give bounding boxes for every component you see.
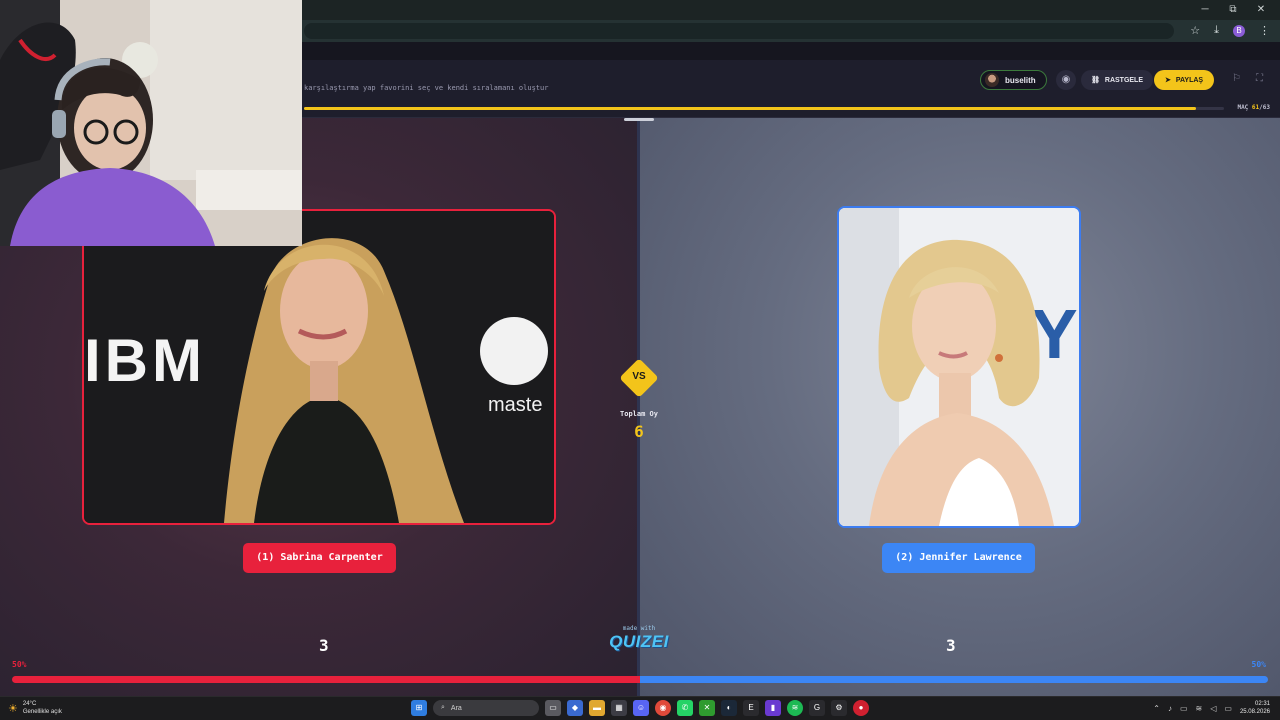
fullscreen-icon[interactable]: ⛶ xyxy=(1256,73,1263,84)
link-icon: ⛓ xyxy=(1091,77,1100,84)
total-votes-value: 6 xyxy=(634,422,644,441)
photo-brand-text-2: maste xyxy=(488,394,542,416)
match-progress-bar xyxy=(304,107,1224,110)
task-view-icon[interactable]: ▭ xyxy=(545,700,561,716)
right-choice-photo: Y xyxy=(839,208,1079,526)
clock-time: 02:31 xyxy=(1254,701,1270,707)
recording-app-icon[interactable]: ● xyxy=(853,700,869,716)
right-choice-button[interactable]: (2) Jennifer Lawrence xyxy=(882,543,1035,573)
maximize-button[interactable]: ⧉ xyxy=(1228,4,1238,15)
window-controls: ─ ⧉ ✕ xyxy=(1200,4,1266,15)
close-window-button[interactable]: ✕ xyxy=(1256,4,1266,15)
tray-chevron-icon[interactable]: ⌃ xyxy=(1153,704,1160,713)
quiz-subtitle: karşılaştırma yap favorini seç ve kendi … xyxy=(304,84,549,92)
search-icon: ⌕ xyxy=(441,704,445,711)
match-prefix: MAÇ xyxy=(1237,104,1249,111)
match-progress-fill xyxy=(304,107,1197,110)
copilot-icon[interactable]: ◆ xyxy=(567,700,583,716)
chrome-icon[interactable]: ◉ xyxy=(655,700,671,716)
right-score: 3 xyxy=(946,636,956,655)
right-choice-card[interactable]: Y xyxy=(837,206,1081,528)
left-choice-card[interactable]: IBM maste xyxy=(82,209,556,525)
mic-icon[interactable]: ♪ xyxy=(1168,704,1172,713)
xbox-icon[interactable]: ✕ xyxy=(699,700,715,716)
user-avatar xyxy=(985,73,999,87)
discord-icon[interactable]: ☺ xyxy=(633,700,649,716)
match-counter: MAÇ 61/63 xyxy=(1237,104,1270,111)
taskbar-search[interactable]: ⌕ Ara xyxy=(433,700,539,716)
vote-share-left xyxy=(12,676,640,683)
photo-brand-text-1: IBM xyxy=(84,327,206,394)
file-explorer-icon[interactable]: ▬ xyxy=(589,700,605,716)
random-button[interactable]: ⛓ RASTGELE xyxy=(1081,70,1154,90)
download-icon[interactable]: ⤓ xyxy=(1214,24,1219,37)
bookmark-star-icon[interactable]: ☆ xyxy=(1190,24,1200,37)
minimize-button[interactable]: ─ xyxy=(1200,4,1210,15)
weather-temp: 24°C xyxy=(22,701,37,707)
right-percent: 50% xyxy=(1251,660,1266,669)
username: buselith xyxy=(1005,75,1036,85)
send-icon: ➤ xyxy=(1165,77,1171,84)
battery-icon[interactable]: ▭ xyxy=(1224,704,1232,713)
search-placeholder: Ara xyxy=(450,704,462,712)
left-choice-photo: IBM maste xyxy=(84,211,554,523)
display-icon[interactable]: ▭ xyxy=(1180,704,1188,713)
volume-icon[interactable]: ◁ xyxy=(1210,704,1216,713)
weather-text: 24°C Genellikle açık xyxy=(23,700,62,716)
browser-actions: ☆ ⤓ B ⋮ xyxy=(1190,24,1270,37)
start-icon[interactable]: ⊞ xyxy=(411,700,427,716)
address-field[interactable] xyxy=(304,23,1174,39)
vote-share-bar xyxy=(12,676,1268,683)
random-label: RASTGELE xyxy=(1104,76,1144,84)
made-with-label: made with xyxy=(622,625,656,632)
top-divider-tick xyxy=(624,118,654,121)
share-label: PAYLAŞ xyxy=(1175,76,1204,84)
left-score: 3 xyxy=(319,636,329,655)
whatsapp-icon[interactable]: ✆ xyxy=(677,700,693,716)
twitch-icon[interactable]: ▮ xyxy=(765,700,781,716)
webcam-overlay xyxy=(0,0,302,246)
browser-menu-icon[interactable]: ⋮ xyxy=(1259,24,1270,37)
clock[interactable]: 02:31 25.08.2026 xyxy=(1240,700,1270,716)
network-icon[interactable]: ≋ xyxy=(1196,704,1203,713)
weather-sun-icon: ☀ xyxy=(8,702,18,715)
calendar-icon[interactable]: ▦ xyxy=(611,700,627,716)
vote-share-right xyxy=(640,676,1268,683)
visibility-button[interactable]: ◉ xyxy=(1056,70,1076,90)
spotify-icon[interactable]: ≋ xyxy=(787,700,803,716)
steam-icon[interactable]: ◐ xyxy=(721,700,737,716)
flag-icon[interactable]: ⚐ xyxy=(1232,73,1241,84)
settings-icon[interactable]: ⚙ xyxy=(831,700,847,716)
user-profile-pill[interactable]: buselith xyxy=(980,70,1047,90)
total-votes-label: Toplam Oy xyxy=(620,410,658,418)
clock-date: 25.08.2026 xyxy=(1239,709,1270,715)
weather-desc: Genellikle açık xyxy=(22,709,62,715)
vs-label: VS xyxy=(632,371,646,382)
profile-avatar[interactable]: B xyxy=(1233,24,1245,37)
system-tray: ⌃ ♪ ▭ ≋ ◁ ▭ 02:31 25.08.2026 xyxy=(1153,700,1270,716)
left-percent: 50% xyxy=(12,660,27,669)
left-choice-button[interactable]: (1) Sabrina Carpenter xyxy=(243,543,396,573)
match-total: /63 xyxy=(1259,104,1270,111)
share-button[interactable]: ➤ PAYLAŞ xyxy=(1154,70,1215,90)
app-icon[interactable]: G xyxy=(809,700,825,716)
epic-games-icon[interactable]: E xyxy=(743,700,759,716)
center-divider xyxy=(637,118,640,696)
brand-logo[interactable]: QUIZEI xyxy=(604,632,674,652)
webcam-feed xyxy=(0,0,302,246)
taskbar-apps: ⊞ ⌕ Ara ▭ ◆ ▬ ▦ ☺ ◉ ✆ ✕ ◐ E ▮ ≋ G ⚙ ● xyxy=(411,700,869,716)
weather-widget[interactable]: ☀ 24°C Genellikle açık xyxy=(8,700,62,716)
eye-icon: ◉ xyxy=(1061,74,1071,85)
os-taskbar: ☀ 24°C Genellikle açık ⊞ ⌕ Ara ▭ ◆ ▬ ▦ ☺… xyxy=(0,696,1280,720)
